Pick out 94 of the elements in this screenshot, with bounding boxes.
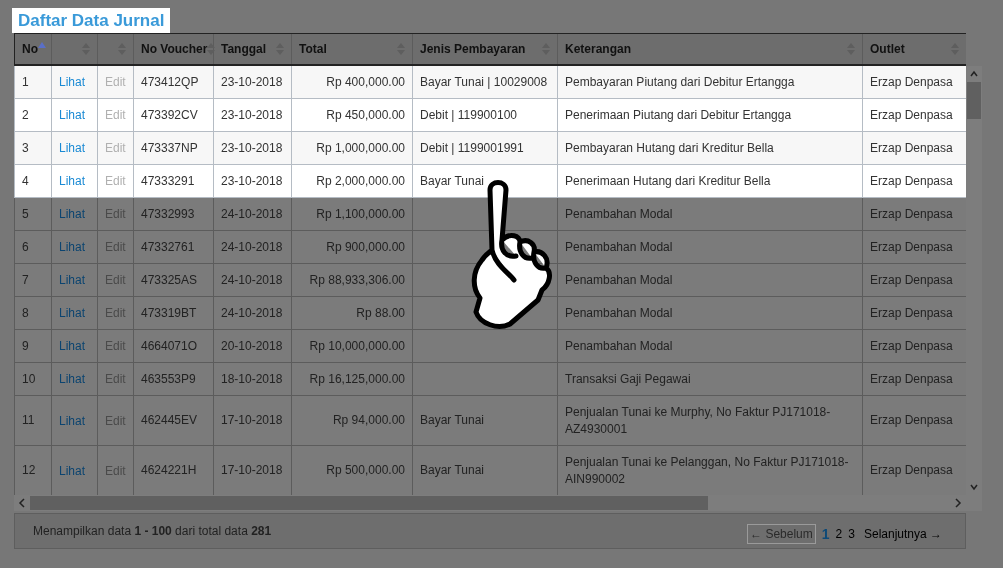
table-cell: Penambahan Modal xyxy=(565,337,673,355)
table-cell: 47332761 xyxy=(141,238,195,256)
table-cell: 3 xyxy=(22,139,29,157)
table-cell: 23-10-2018 xyxy=(221,172,283,190)
table-cell: 1 xyxy=(22,73,29,91)
table-cell: Erzap Denpasa xyxy=(870,73,953,91)
table-cell: 20-10-2018 xyxy=(221,337,283,355)
table-cell: 17-10-2018 xyxy=(221,412,283,429)
table-cell: 473319BT xyxy=(141,304,197,322)
table-cell: Pembayaran Hutang dari Kreditur Bella xyxy=(565,139,774,157)
record-summary: Menampilkan data 1 - 100 dari total data 281 xyxy=(33,523,272,540)
table-cell: 23-10-2018 xyxy=(221,106,283,124)
table-cell: Rp 88.00 xyxy=(356,304,405,322)
table-cell: 18-10-2018 xyxy=(221,370,283,388)
table-cell: Bayar Tunai xyxy=(420,172,485,190)
table-cell: Rp 1,100,000.00 xyxy=(316,205,405,223)
column-header[interactable]: Jenis Pembayaran xyxy=(413,34,558,64)
table-cell: 8 xyxy=(22,304,29,322)
table-cell: Erzap Denpasa xyxy=(870,304,953,322)
table-cell: Debit | 1199001991 xyxy=(420,139,524,157)
page-number[interactable]: 3 xyxy=(848,525,855,543)
table-cell: Rp 10,000,000.00 xyxy=(309,337,405,355)
page-number[interactable]: 2 xyxy=(835,525,843,543)
scrollbar-thumb[interactable] xyxy=(30,496,708,510)
table-cell: Erzap Denpasa xyxy=(870,139,953,157)
column-header[interactable]: Tanggal xyxy=(214,34,292,64)
table-cell: Bayar Tunai xyxy=(420,412,485,429)
table-cell: Penambahan Modal xyxy=(565,304,673,322)
table-cell: 24-10-2018 xyxy=(221,238,283,256)
table-cell: 473337NP xyxy=(141,139,198,157)
table-cell: Erzap Denpasa xyxy=(870,337,953,355)
table-cell: 5 xyxy=(22,205,29,223)
table-cell: Rp 450,000.00 xyxy=(326,106,405,124)
table-cell: Rp 94,000.00 xyxy=(332,412,405,429)
table-cell: Rp 900,000.00 xyxy=(326,238,405,256)
table-cell: 12 xyxy=(22,462,36,479)
horizontal-scrollbar[interactable] xyxy=(14,495,982,511)
table-cell-text: Penjualan Tunai ke Murphy, No Faktur PJ171018-AZ4930001 xyxy=(565,403,832,438)
table-cell: 24-10-2018 xyxy=(221,271,283,289)
scrollbar-thumb[interactable] xyxy=(967,82,981,119)
table-cell: 4624221H xyxy=(141,462,197,479)
table-cell: Rp 500,000.00 xyxy=(326,462,405,479)
table-cell: 47332993 xyxy=(141,205,195,223)
table-cell: 17-10-2018 xyxy=(221,462,283,479)
table-cell: Erzap Denpasa xyxy=(870,370,953,388)
table-cell: Rp 1,000,000.00 xyxy=(316,139,405,157)
table-cell: 462445EV xyxy=(141,412,198,429)
table-cell: Erzap Denpasa xyxy=(870,271,953,289)
table-cell: 473412QP xyxy=(141,73,199,91)
table-cell: 2 xyxy=(22,106,29,124)
table-cell: Rp 88,933,306.00 xyxy=(309,271,405,289)
table-cell: Penambahan Modal xyxy=(565,205,673,223)
table-cell: Bayar Tunai xyxy=(420,462,485,479)
table-cell: Rp 16,125,000.00 xyxy=(309,370,405,388)
table-cell: 47333291 xyxy=(141,172,195,190)
table-cell: 4664071O xyxy=(141,337,198,355)
column-header[interactable]: No xyxy=(15,34,52,64)
table-cell-text: Penjualan Tunai ke Pelanggan, No Faktur PJ171018-AIN990002 xyxy=(565,453,850,488)
page-title: Daftar Data Jurnal xyxy=(12,8,171,33)
table-cell: Transaksi Gaji Pegawai xyxy=(565,370,691,388)
table-cell: 7 xyxy=(22,271,29,289)
table-cell: 9 xyxy=(22,337,29,355)
table-cell: 23-10-2018 xyxy=(221,139,283,157)
table-cell: Erzap Denpasa xyxy=(870,238,953,256)
table-cell: Penambahan Modal xyxy=(565,271,673,289)
table-cell: Rp 400,000.00 xyxy=(326,73,405,91)
table-cell: Erzap Denpasa xyxy=(870,412,953,429)
column-header[interactable]: Outlet xyxy=(863,34,966,64)
table-cell: Penambahan Modal xyxy=(565,238,673,256)
table-cell: 24-10-2018 xyxy=(221,205,283,223)
page-number[interactable]: 1 xyxy=(821,523,830,545)
table-cell: 4 xyxy=(22,172,29,190)
column-header[interactable]: Keterangan xyxy=(558,34,863,64)
table-cell: Erzap Denpasa xyxy=(870,205,953,223)
table-cell: 11 xyxy=(22,412,35,429)
table-cell: 6 xyxy=(22,238,29,256)
column-header[interactable]: Total xyxy=(292,34,413,64)
table-cell: Penerimaan Piutang dari Debitur Ertangga xyxy=(565,106,792,124)
table-cell: 473392CV xyxy=(141,106,198,124)
table-cell: Erzap Denpasa xyxy=(870,172,953,190)
table-cell: 10 xyxy=(22,370,36,388)
table-cell: 463553P9 xyxy=(141,370,196,388)
next-button[interactable]: Selanjutnya → xyxy=(860,524,945,544)
table-cell: Debit | 119900100 xyxy=(420,106,517,124)
table-cell: Erzap Denpasa xyxy=(870,106,953,124)
column-header[interactable]: No Voucher xyxy=(134,34,214,64)
table-cell: 23-10-2018 xyxy=(221,73,283,91)
table-cell: Erzap Denpasa xyxy=(870,462,953,479)
table-cell: 473325AS xyxy=(141,271,198,289)
table-cell: 24-10-2018 xyxy=(221,304,283,322)
table-cell: Pembayaran Piutang dari Debitur Ertangga xyxy=(565,73,795,91)
table-cell: Penerimaan Hutang dari Kreditur Bella xyxy=(565,172,771,190)
table-cell: Bayar Tunai | 10029008 xyxy=(420,73,548,91)
table-cell: Rp 2,000,000.00 xyxy=(316,172,405,190)
